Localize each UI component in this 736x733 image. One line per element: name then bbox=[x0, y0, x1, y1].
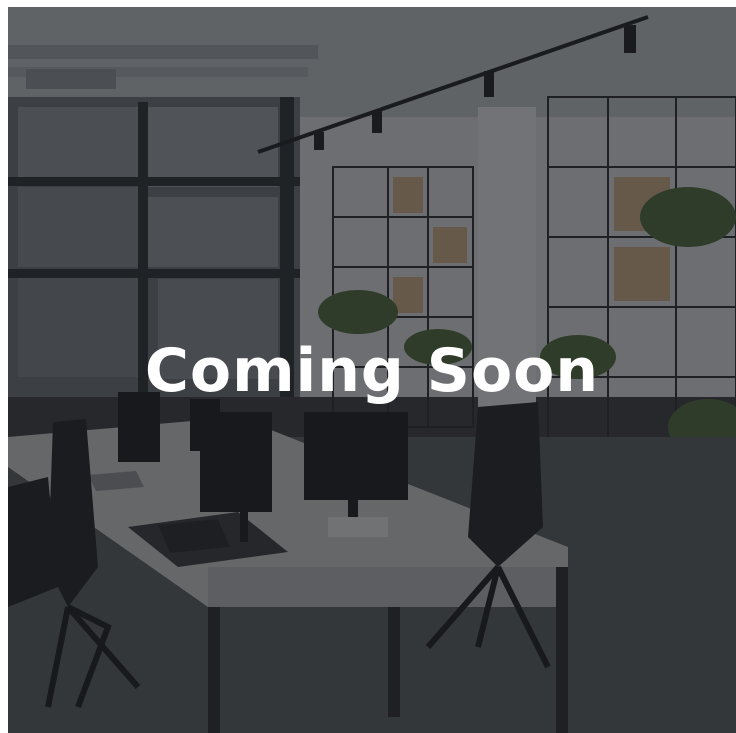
page-title: Coming Soon bbox=[144, 336, 600, 406]
coming-soon-page: Coming Soon bbox=[0, 0, 736, 733]
hero-banner: Coming Soon bbox=[8, 7, 736, 733]
